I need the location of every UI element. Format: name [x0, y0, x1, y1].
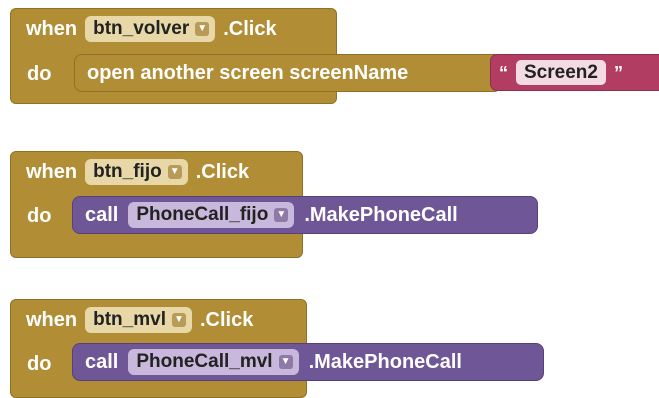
blocks-workspace: when btn_volver ▼ .Click do open another…: [0, 0, 659, 398]
chevron-down-icon[interactable]: ▼: [171, 313, 186, 327]
chevron-down-icon[interactable]: ▼: [167, 165, 182, 179]
chevron-down-icon[interactable]: ▼: [274, 208, 289, 222]
event-header: when btn_mvl ▼ .Click: [11, 300, 253, 340]
method-name: .MakePhoneCall: [308, 350, 462, 373]
makephonecall-block-mvl[interactable]: call PhoneCall_mvl ▼ .MakePhoneCall: [72, 343, 544, 381]
when-label: when: [26, 160, 78, 183]
event-name: .Click: [195, 160, 250, 183]
phonecall-component-name: PhoneCall_fijo: [136, 204, 269, 225]
phonecall-component-name: PhoneCall_mvl: [136, 351, 273, 372]
open-another-screen-block[interactable]: open another screen screenName: [74, 54, 502, 92]
do-label: do: [27, 63, 52, 85]
method-name: .MakePhoneCall: [304, 203, 458, 226]
phonecall-component-dropdown[interactable]: PhoneCall_mvl ▼: [128, 349, 299, 375]
event-header: when btn_fijo ▼ .Click: [11, 152, 249, 192]
close-quote: ”: [613, 62, 623, 83]
open-quote: “: [499, 62, 508, 83]
do-label: do: [27, 353, 52, 375]
component-dropdown[interactable]: btn_volver ▼: [85, 16, 216, 42]
component-name: btn_mvl: [93, 309, 166, 330]
chevron-down-icon[interactable]: ▼: [195, 22, 210, 36]
event-name: .Click: [223, 17, 277, 40]
makephonecall-block-fijo[interactable]: call PhoneCall_fijo ▼ .MakePhoneCall: [72, 196, 538, 234]
when-label: when: [26, 308, 78, 331]
do-label: do: [27, 205, 52, 227]
call-label: call: [85, 203, 119, 226]
when-label: when: [26, 17, 78, 40]
component-dropdown[interactable]: btn_fijo ▼: [85, 159, 188, 185]
screen-name-field[interactable]: Screen2: [516, 60, 606, 85]
component-dropdown[interactable]: btn_mvl ▼: [85, 307, 192, 333]
component-name: btn_fijo: [93, 161, 162, 182]
call-label: call: [85, 350, 119, 373]
chevron-down-icon[interactable]: ▼: [278, 355, 293, 369]
component-name: btn_volver: [93, 18, 190, 39]
open-another-screen-label: open another screen screenName: [87, 61, 409, 84]
phonecall-component-dropdown[interactable]: PhoneCall_fijo ▼: [128, 202, 295, 228]
event-name: .Click: [199, 308, 254, 331]
text-block-screen2[interactable]: “ Screen2 ”: [490, 54, 659, 91]
event-header: when btn_volver ▼ .Click: [11, 9, 277, 49]
